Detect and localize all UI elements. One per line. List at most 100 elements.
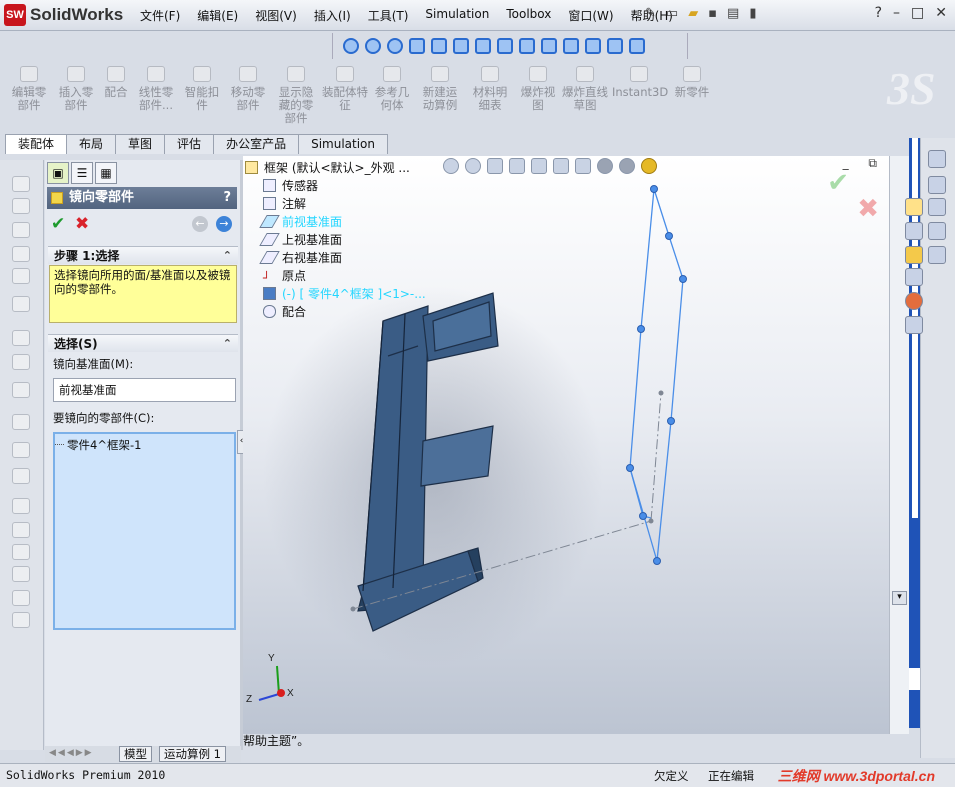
appearances-icon[interactable] [928, 246, 946, 264]
back-button[interactable]: ← [192, 216, 208, 232]
view-bottom-icon[interactable] [541, 38, 557, 54]
copy-with-mates-icon[interactable] [12, 566, 30, 582]
reference-geometry-icon[interactable] [12, 354, 30, 370]
tree-item-front-plane[interactable]: 前视基准面 [259, 214, 342, 230]
view-palette-icon[interactable] [928, 222, 946, 240]
assembly-feature-icon[interactable] [12, 330, 30, 346]
step-group-header[interactable]: 步骤 1:选择 ⌃ [48, 246, 238, 264]
bill-of-materials-button[interactable]: 材料明细表 [468, 66, 512, 112]
mate-button[interactable]: 配合 [100, 66, 132, 99]
view-front-icon[interactable] [431, 38, 447, 54]
menu-simulation[interactable]: Simulation [425, 7, 489, 24]
previous-view-icon[interactable] [487, 158, 503, 174]
confirmation-ok-icon[interactable]: ✔ [827, 168, 849, 198]
hide-show-items-icon[interactable] [575, 158, 591, 174]
cancel-button[interactable]: ✖ [75, 214, 89, 234]
new-assembly-icon[interactable] [12, 544, 30, 560]
tree-item-top-plane[interactable]: 上视基准面 [259, 232, 342, 248]
view-orientation-icon[interactable] [531, 158, 547, 174]
instant3d-icon[interactable] [12, 498, 30, 514]
palette-icon[interactable] [905, 268, 923, 286]
explode-line-sketch-button[interactable]: 爆炸直线草图 [562, 66, 608, 112]
interference-detection-icon[interactable] [12, 612, 30, 628]
confirmation-cancel-icon[interactable]: ✖ [857, 194, 879, 224]
custom-properties-icon[interactable] [905, 316, 923, 334]
list-item[interactable]: 零件4^框架-1 [54, 437, 141, 453]
tab-assembly[interactable]: 装配体 [5, 134, 68, 154]
tree-item-mates[interactable]: 配合 [263, 304, 306, 320]
scroll-down-button[interactable]: ▾ [892, 591, 907, 605]
close-icon[interactable]: ✕ [935, 5, 947, 21]
move-component-icon[interactable] [12, 268, 30, 284]
menu-toolbox[interactable]: Toolbox [506, 7, 551, 24]
apply-scene-icon[interactable] [619, 158, 635, 174]
tree-root[interactable]: 框架 (默认<默认>_外观 ... [245, 160, 410, 176]
rotate-icon[interactable] [365, 38, 381, 54]
tab-layout[interactable]: 布局 [66, 134, 117, 154]
design-library-icon[interactable] [928, 176, 946, 194]
bom-icon[interactable] [12, 414, 30, 430]
tree-item-right-plane[interactable]: 右视基准面 [259, 250, 342, 266]
folder-icon[interactable] [905, 246, 923, 264]
restore-icon[interactable]: □ [911, 5, 924, 21]
linear-pattern-button[interactable]: 线性零部件... [134, 66, 178, 112]
menu-view[interactable]: 视图(V) [255, 7, 297, 24]
normal-to-icon[interactable] [409, 38, 425, 54]
view-trimetric-icon[interactable] [585, 38, 601, 54]
show-hidden-components-button[interactable]: 显示隐藏的零部件 [274, 66, 318, 125]
graphics-vertical-scrollbar[interactable]: ▾ [889, 156, 909, 734]
roll-view-icon[interactable] [387, 38, 403, 54]
solidworks-logo[interactable]: SW SolidWorks [4, 4, 123, 26]
section-view-icon[interactable] [509, 158, 525, 174]
graphics-area[interactable]: Y Z X _ ⧉ ✔ ✖ 框架 (默认<默认>_外观 ... 传感器 注解 前… [243, 156, 889, 734]
view-right-icon[interactable] [497, 38, 513, 54]
tab-model[interactable]: 模型 [119, 746, 152, 762]
feature-manager-tab-icon[interactable]: ▣ [47, 162, 69, 184]
assembly-features-button[interactable]: 装配体特征 [322, 66, 368, 112]
edit-component-icon[interactable] [12, 176, 30, 192]
edit-appearance-icon[interactable] [597, 158, 613, 174]
instant3d-button[interactable]: Instant3D [612, 66, 668, 99]
new-document-icon[interactable]: ▭ [666, 6, 678, 21]
help-icon[interactable]: ? [875, 5, 882, 21]
smart-fasteners-button[interactable]: 智能扣件 [180, 66, 224, 112]
zoom-to-fit-icon[interactable] [443, 158, 459, 174]
pan-icon[interactable] [343, 38, 359, 54]
selection-group-header[interactable]: 选择(S) ⌃ [48, 334, 238, 352]
tab-evaluate[interactable]: 评估 [164, 134, 215, 154]
menu-window[interactable]: 窗口(W) [568, 7, 613, 24]
show-hidden-icon[interactable] [12, 296, 30, 312]
new-motion-study-button[interactable]: 新建运动算例 [418, 66, 462, 112]
move-component-button[interactable]: 移动零部件 [226, 66, 270, 112]
pushpin-icon[interactable]: ✎ [645, 6, 656, 21]
view-dimetric-icon[interactable] [607, 38, 623, 54]
minimize-icon[interactable]: – [893, 5, 900, 21]
color-wheel-icon[interactable] [905, 292, 923, 310]
property-manager-tab-icon[interactable]: ☰ [71, 162, 93, 184]
components-to-mirror-list[interactable]: 零件4^框架-1 [53, 432, 236, 630]
mate-icon[interactable] [12, 198, 30, 214]
tree-item-annotations[interactable]: 注解 [263, 196, 306, 212]
menu-edit[interactable]: 编辑(E) [197, 7, 238, 24]
exploded-view-icon[interactable] [12, 442, 30, 458]
view-settings-icon[interactable] [641, 158, 657, 174]
tab-office-products[interactable]: 办公室产品 [213, 134, 300, 154]
print-icon[interactable]: ▤ [727, 6, 739, 21]
exploded-view-button[interactable]: 爆炸视图 [516, 66, 560, 112]
tree-item-part[interactable]: (-) [ 零件4^框架 ]<1>-... [263, 286, 426, 302]
ok-button[interactable]: ✔ [51, 214, 65, 234]
home-icon[interactable] [905, 198, 923, 216]
insert-components-button[interactable]: 插入零部件 [54, 66, 98, 112]
mirror-plane-field[interactable]: 前视基准面 [53, 378, 236, 402]
view-left-icon[interactable] [475, 38, 491, 54]
menu-insert[interactable]: 插入(I) [314, 7, 351, 24]
tree-item-origin[interactable]: ┘ 原点 [263, 268, 306, 285]
collapse-icon[interactable]: ⌃ [223, 247, 232, 265]
new-part-icon[interactable] [12, 522, 30, 538]
smart-fastener-icon[interactable] [12, 246, 30, 262]
replace-components-icon[interactable] [12, 590, 30, 606]
motion-study-icon[interactable] [12, 382, 30, 398]
view-selector-icon[interactable] [629, 38, 645, 54]
new-part-button[interactable]: 新零件 [670, 66, 714, 99]
collapse-icon[interactable]: ⌃ [223, 335, 232, 353]
